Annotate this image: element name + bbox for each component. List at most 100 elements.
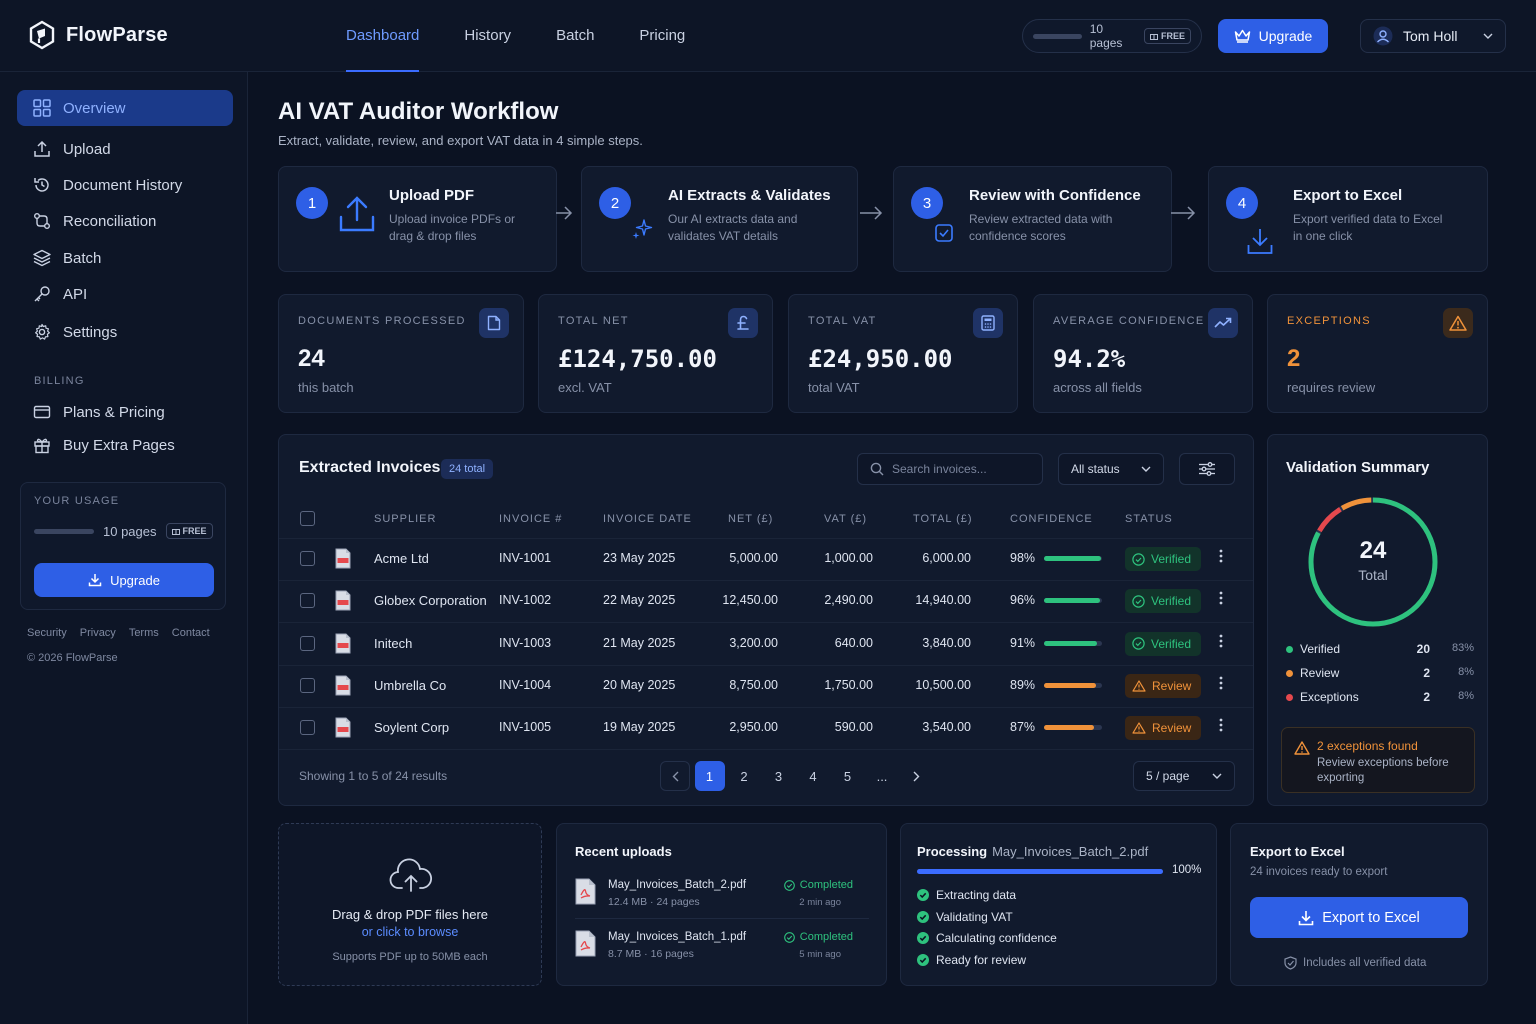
nav-history[interactable]: History	[464, 0, 511, 72]
sidebar-item-label: Upload	[63, 140, 111, 158]
sidebar-item-document-history[interactable]: Document History	[17, 167, 233, 203]
net-cell: 2,950.00	[729, 719, 778, 734]
row-divider	[279, 664, 1253, 666]
sidebar-upgrade-button[interactable]: Upgrade	[34, 563, 214, 597]
row-menu-icon[interactable]	[1219, 634, 1227, 648]
check-circle-icon	[783, 879, 795, 891]
page-button-1[interactable]: 1	[694, 761, 725, 791]
next-page-button[interactable]	[902, 761, 932, 791]
stat-total-vat: TOTAL VAT £24,950.00 total VAT	[788, 294, 1018, 413]
check-circle-icon	[1132, 637, 1145, 650]
sidebar-item-upload[interactable]: Upload	[17, 131, 233, 167]
exceptions-alert[interactable]: 2 exceptions found Review exceptions bef…	[1281, 727, 1475, 793]
sidebar-item-reconciliation[interactable]: Reconciliation	[17, 203, 233, 239]
brand[interactable]: FlowParse	[28, 20, 168, 50]
sidebar-item-buy-extra-pages[interactable]: Buy Extra Pages	[17, 427, 233, 463]
footer-link-terms[interactable]: Terms	[129, 627, 159, 639]
upload-status: Completed	[783, 931, 853, 943]
legend-count: 20	[1416, 642, 1430, 656]
row-checkbox[interactable]	[300, 551, 315, 567]
main-nav: Dashboard History Batch Pricing	[346, 0, 685, 72]
page-size-select[interactable]: 5 / page	[1133, 761, 1235, 791]
select-all-checkbox[interactable]	[300, 511, 315, 526]
sidebar-item-settings[interactable]: Settings	[17, 314, 233, 350]
search-box[interactable]	[857, 453, 1043, 485]
row-divider	[279, 622, 1253, 624]
arrow-right-icon	[859, 206, 883, 220]
column-header-date[interactable]: INVOICE DATE	[603, 513, 692, 525]
stat-label: DOCUMENTS PROCESSED	[298, 315, 466, 327]
file-dropzone[interactable]: Drag & drop PDF files here or click to b…	[278, 823, 542, 986]
column-header-confidence[interactable]: CONFIDENCE	[1010, 513, 1093, 525]
upgrade-button[interactable]: Upgrade	[1218, 19, 1328, 53]
gear-icon	[35, 323, 50, 340]
sidebar-item-overview[interactable]: Overview	[17, 90, 233, 126]
invoice-number-cell: INV-1001	[499, 551, 552, 566]
sidebar-item-api[interactable]: API	[17, 276, 233, 312]
row-checkbox[interactable]	[300, 635, 315, 651]
gift-icon	[1149, 34, 1158, 40]
export-to-excel-button[interactable]: Export to Excel	[1250, 897, 1468, 938]
document-icon	[479, 308, 509, 338]
validation-title: Validation Summary	[1286, 459, 1430, 476]
step-title: Upload PDF	[389, 187, 474, 204]
column-header-total[interactable]: TOTAL (£)	[913, 513, 973, 525]
status-filter-select[interactable]: All status	[1058, 453, 1164, 485]
row-checkbox[interactable]	[300, 677, 315, 693]
confidence-bar-fill	[1044, 640, 1097, 646]
arrow-right-icon	[555, 206, 573, 220]
pdf-file-icon	[335, 633, 351, 654]
user-menu[interactable]: Tom Holl	[1360, 19, 1506, 53]
page-button-3[interactable]: 3	[764, 761, 794, 791]
column-header-vat[interactable]: VAT (£)	[824, 513, 867, 525]
copyright: © 2026 FlowParse	[27, 652, 118, 664]
key-icon	[34, 286, 50, 302]
row-checkbox[interactable]	[300, 719, 315, 735]
nav-dashboard[interactable]: Dashboard	[346, 0, 420, 72]
column-header-invoice[interactable]: INVOICE #	[499, 513, 562, 525]
nav-batch[interactable]: Batch	[556, 0, 594, 72]
invoice-date-cell: 20 May 2025	[603, 677, 676, 692]
row-menu-icon[interactable]	[1219, 676, 1227, 690]
search-input[interactable]	[892, 462, 1022, 476]
step-number: 3	[911, 187, 943, 219]
usage-title: YOUR USAGE	[34, 495, 120, 507]
footer-link-contact[interactable]: Contact	[172, 627, 210, 639]
usage-pill[interactable]: 10 pages FREE	[1022, 19, 1202, 53]
confidence-cell: 91%	[1010, 635, 1036, 650]
column-header-net[interactable]: NET (£)	[728, 513, 773, 525]
sidebar-item-plans-pricing[interactable]: Plans & Pricing	[17, 394, 233, 430]
sidebar-item-batch[interactable]: Batch	[17, 240, 233, 276]
filter-settings-button[interactable]	[1179, 453, 1235, 485]
nav-pricing[interactable]: Pricing	[639, 0, 685, 72]
column-header-status[interactable]: STATUS	[1125, 513, 1173, 525]
column-header-supplier[interactable]: SUPPLIER	[374, 513, 436, 525]
exceptions-alert-desc: Review exceptions before exporting	[1317, 757, 1449, 784]
upload-item[interactable]: May_Invoices_Batch_1.pdf 8.7 MB · 16 page…	[575, 928, 871, 968]
upload-item[interactable]: May_Invoices_Batch_2.pdf 12.4 MB · 24 pag…	[575, 876, 871, 916]
upload-size: 12.4 MB	[608, 896, 648, 908]
pdf-file-icon	[575, 878, 596, 905]
donut-center: 24 Total	[1306, 537, 1440, 583]
row-menu-icon[interactable]	[1219, 549, 1227, 563]
check-circle-icon	[917, 889, 929, 901]
upload-icon	[339, 195, 375, 233]
row-menu-icon[interactable]	[1219, 718, 1227, 732]
page-button-4[interactable]: 4	[798, 761, 828, 791]
validation-summary-card: Validation Summary 24 Total Verified 20 83…	[1267, 434, 1488, 806]
confidence-bar-fill	[1044, 556, 1101, 562]
net-cell: 5,000.00	[729, 551, 778, 566]
step-card-review: 3 Review with Confidence Review extracte…	[893, 166, 1172, 272]
prev-page-button[interactable]	[660, 761, 690, 791]
row-checkbox[interactable]	[300, 593, 315, 609]
page-button-2[interactable]: 2	[729, 761, 759, 791]
vat-cell: 590.00	[834, 719, 873, 734]
footer-link-security[interactable]: Security	[27, 627, 67, 639]
dropzone-note: Supports PDF up to 50MB each	[332, 951, 488, 963]
row-menu-icon[interactable]	[1219, 591, 1227, 605]
pdf-file-icon	[575, 930, 596, 957]
page-button-5[interactable]: 5	[833, 761, 863, 791]
browse-link[interactable]: or click to browse	[279, 925, 541, 939]
processing-label: Processing	[917, 844, 988, 859]
footer-link-privacy[interactable]: Privacy	[80, 627, 116, 639]
